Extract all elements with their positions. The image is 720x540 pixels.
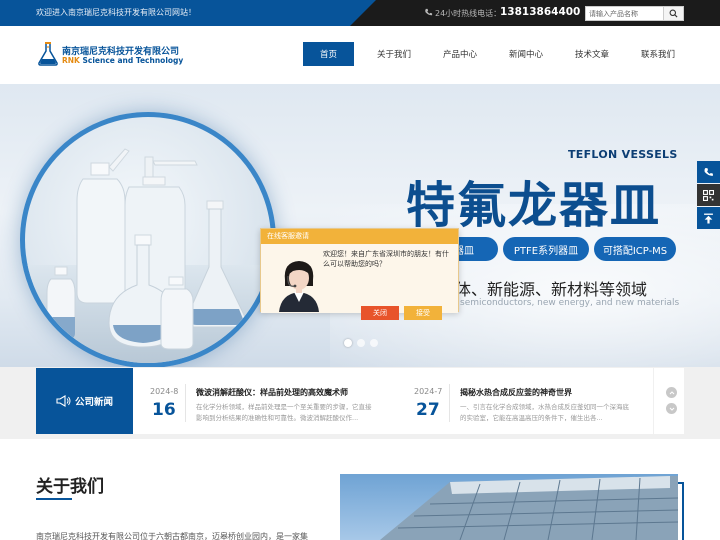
ptfe-bottles-illustration [46,148,246,350]
search-box [585,6,684,21]
news-summary: 一、引言在化学合成领域，水热合成反应釜如同一个深海底的实验室，它能在高温高压的条… [460,403,629,422]
welcome-text: 欢迎进入南京瑞尼克科技开发有限公司网站！ [36,8,196,17]
news-title[interactable]: 揭秘水热合成反应釜的神奇世界 [460,387,572,398]
banner-title-cn: 特氟龙器皿 [406,177,662,234]
product-photo-circle [20,112,276,367]
about-text: 南京瑞尼克科技开发有限公司位于六朝古都南京，迈皋桥创业园内，是一家集 [36,532,308,540]
news-item[interactable]: 2024-8 16 微波消解赶酸仪：样品前处理的高效魔术师 在化学分析领域，样品… [133,368,403,434]
carousel-dot-3[interactable] [370,339,378,347]
news-date-month: 2024-8 [150,387,179,396]
news-strip: 公司新闻 2024-8 16 微波消解赶酸仪：样品前处理的高效魔术师 在化学分析… [0,367,720,439]
news-heading: 公司新闻 [74,397,113,408]
live-chat-popup: 在线客服邀请 欢迎您！来自广东省深圳市的朋友！有什么可以帮助您的吗？ 关闭 接受 [260,228,459,320]
hero-banner[interactable]: TEFLON VESSELS 特氟龙器皿 器皿 PTFE系列器皿 可搭配ICP-… [0,84,720,367]
photo-frame-accent [678,482,684,540]
hotline-label: 24小时热线电话： [435,9,502,18]
banner-pill-ptfe: PTFE系列器皿 [503,237,589,261]
banner-fields-en: semiconductors, new energy, and new mate… [460,298,680,308]
qrcode-icon [703,189,714,201]
nav-item-contact[interactable]: 联系我们 [632,42,684,66]
chat-accept-button[interactable]: 接受 [404,306,442,320]
news-prev-button[interactable] [666,387,677,398]
logo-english-name[interactable]: RNK Science and Technology [62,56,183,65]
news-arrows [666,387,677,419]
about-title: 关于我们 [36,477,104,497]
chat-body: 欢迎您！来自广东省深圳市的朋友！有什么可以帮助您的吗？ 关闭 接受 [261,244,458,320]
search-input[interactable] [586,7,664,20]
building-illustration [380,476,678,540]
nav-item-products[interactable]: 产品中心 [434,42,486,66]
phone-icon [704,167,713,176]
flask-logo-icon[interactable] [36,40,60,66]
logo-english-suffix: Science and Technology [79,56,184,65]
chevron-up-icon [669,390,674,394]
side-phone-button[interactable] [697,161,720,183]
company-building-photo [340,474,678,540]
side-qrcode-button[interactable] [697,184,720,206]
news-date-day: 16 [152,400,176,420]
chat-message: 欢迎您！来自广东省深圳市的朋友！有什么可以帮助您的吗？ [323,250,449,268]
news-item[interactable]: 2024-7 27 揭秘水热合成反应釜的神奇世界 一、引言在化学合成领域，水热合… [398,368,668,434]
carousel-dots [344,339,378,347]
news-date-month: 2024-7 [414,387,443,396]
banner-fields-cn: 体、新能源、新材料等领域 [455,280,648,299]
chat-close-button[interactable]: 关闭 [361,306,399,320]
news-summary: 在化学分析领域，样品前处理是一个至关重要的步骤，它直接影响到分析结果的准确性和可… [196,403,372,422]
banner-title-en: TEFLON VESSELS [568,148,678,161]
news-list: 2024-8 16 微波消解赶酸仪：样品前处理的高效魔术师 在化学分析领域，样品… [133,368,684,434]
news-date-day: 27 [416,400,440,420]
news-divider [653,368,654,434]
about-title-underline [36,498,72,500]
nav-item-articles[interactable]: 技术文章 [566,42,618,66]
news-divider [449,384,450,422]
side-back-to-top-button[interactable] [697,207,720,229]
news-divider [185,384,186,422]
phone-icon [425,8,433,16]
news-heading-block[interactable]: 公司新闻 [36,368,133,434]
arrow-up-icon [704,213,713,223]
chat-header[interactable]: 在线客服邀请 [261,229,458,244]
search-icon [669,9,678,18]
nav-item-about[interactable]: 关于我们 [368,42,420,66]
agent-avatar-icon [279,261,319,312]
chevron-down-icon [669,407,674,411]
news-next-button[interactable] [666,403,677,414]
carousel-dot-2[interactable] [357,339,365,347]
top-bar: 欢迎进入南京瑞尼克科技开发有限公司网站！ 24小时热线电话： 138138644… [0,0,720,26]
header: 南京瑞尼克科技开发有限公司 RNK Science and Technology… [0,26,720,84]
banner-pill-icpms: 可搭配ICP-MS [594,237,676,261]
hotline-number: 13813864400 [500,6,581,18]
megaphone-icon [56,395,71,407]
carousel-dot-1[interactable] [344,339,352,347]
nav-item-news[interactable]: 新闻中心 [500,42,552,66]
nav-item-home[interactable]: 首页 [303,42,354,66]
logo-english-prefix: RNK [62,56,80,65]
news-title[interactable]: 微波消解赶酸仪：样品前处理的高效魔术师 [196,387,348,398]
search-button[interactable] [663,7,683,20]
